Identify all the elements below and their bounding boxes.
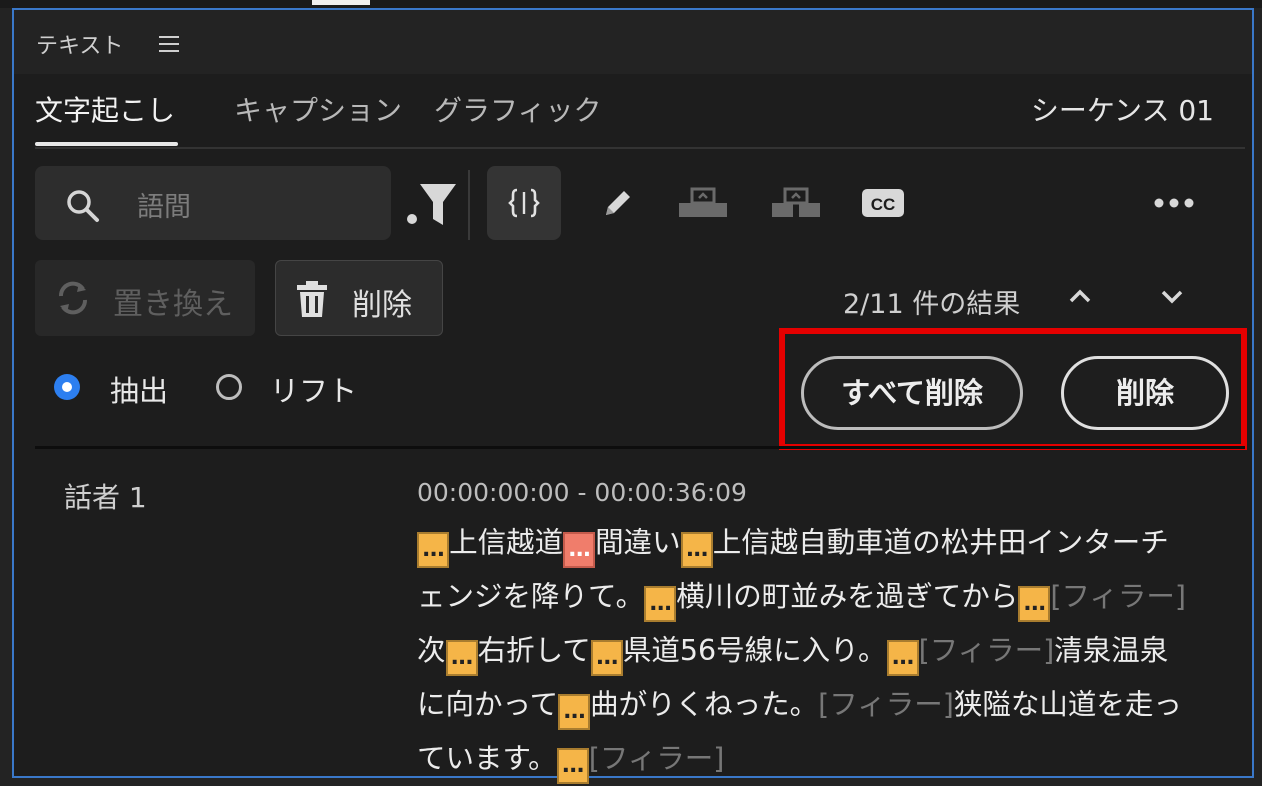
panel-tabs: 文字起こし キャプション グラフィック シーケンス 01 — [14, 76, 1252, 148]
active-tab-underline — [35, 142, 178, 146]
pause-marker-selected[interactable]: ... — [563, 532, 596, 568]
pause-marker[interactable]: ... — [590, 640, 623, 676]
pause-marker[interactable]: ... — [886, 640, 919, 676]
window-top-strip — [0, 0, 1262, 8]
pause-gaps-icon — [508, 188, 540, 218]
previous-result-icon[interactable] — [1066, 282, 1094, 310]
transcript-segment[interactable]: 間違い — [595, 526, 681, 559]
pause-marker[interactable]: ... — [417, 532, 450, 568]
pause-gaps-button[interactable] — [487, 166, 561, 240]
transcript-segment[interactable]: 横川の町並みを過ぎてから — [676, 580, 1018, 613]
lift-radio[interactable] — [216, 374, 242, 400]
pause-marker[interactable]: ... — [644, 586, 677, 622]
text-panel: テキスト 文字起こし キャプション グラフィック シーケンス 01 語間 CC … — [12, 8, 1254, 784]
pause-marker[interactable]: ... — [445, 640, 478, 676]
transcript-text[interactable]: ... 上信越道... 間違い... 上信越自動車道の松井田インターチェンジを降りて。… — [417, 516, 1187, 786]
panel-menu-icon[interactable] — [159, 36, 179, 52]
tab-graphics[interactable]: グラフィック — [434, 89, 601, 129]
lift-label: リフト — [270, 374, 358, 408]
captions-button[interactable]: CC — [846, 166, 920, 240]
search-field[interactable]: 語間 — [35, 166, 391, 240]
pause-marker[interactable]: ... — [1018, 586, 1051, 622]
trash-icon — [297, 281, 327, 317]
filler-word[interactable]: [フィラー] — [589, 742, 725, 775]
more-icon[interactable] — [1152, 196, 1196, 210]
panel-title: テキスト — [36, 34, 124, 59]
tab-captions[interactable]: キャプション — [234, 89, 402, 129]
replace-button[interactable]: 置き換え — [35, 260, 255, 336]
replace-label: 置き換え — [113, 287, 233, 322]
cc-icon: CC — [862, 189, 904, 217]
window-tab-indicator — [312, 0, 370, 5]
filler-word[interactable]: [フィラー] — [818, 688, 954, 721]
search-input[interactable]: 語間 — [137, 185, 191, 224]
cc-label: CC — [871, 195, 896, 214]
transcript-segment[interactable]: 曲がりくねった。 — [590, 688, 818, 721]
split-segments-button[interactable] — [759, 166, 833, 240]
sequence-name: シーケンス 01 — [1030, 94, 1214, 127]
transcript-segment[interactable]: 県道56号線に入り。 — [623, 634, 887, 667]
delete-button[interactable]: 削除 — [275, 260, 443, 336]
search-icon — [67, 190, 99, 222]
search-results-count: 2/11 件の結果 — [843, 289, 1021, 320]
pause-marker[interactable]: ... — [680, 532, 713, 568]
tab-transcript[interactable]: 文字起こし — [35, 89, 175, 129]
pencil-icon — [606, 191, 630, 215]
split-segments-icon — [772, 187, 820, 217]
next-result-icon[interactable] — [1158, 282, 1186, 310]
pause-marker[interactable]: ... — [558, 694, 591, 730]
tabs-divider — [35, 147, 1245, 149]
filter-icon[interactable] — [402, 175, 458, 231]
transcript-segment[interactable]: 右折して — [478, 634, 591, 667]
transcript-top-border — [35, 446, 1245, 449]
delete-label: 削除 — [352, 288, 412, 323]
speaker-label: 話者 1 — [64, 481, 147, 514]
filler-word[interactable]: [フィラー] — [919, 634, 1055, 667]
transcript-segment[interactable]: 次 — [417, 634, 446, 667]
toolbar-separator — [468, 170, 470, 240]
merge-segments-button[interactable] — [666, 166, 740, 240]
extract-label: 抽出 — [110, 374, 169, 408]
edit-button[interactable] — [581, 166, 655, 240]
replace-icon — [58, 281, 88, 315]
extract-radio[interactable] — [54, 374, 80, 400]
timecode: 00:00:00:00 - 00:00:36:09 — [417, 478, 747, 507]
pause-marker[interactable]: ... — [556, 748, 589, 784]
panel-header: テキスト — [14, 10, 1252, 74]
transcript-segment[interactable]: 上信越道 — [449, 526, 563, 559]
merge-segments-icon — [679, 187, 727, 217]
filler-word[interactable]: [フィラー] — [1050, 580, 1186, 613]
red-highlight-box — [779, 328, 1247, 450]
